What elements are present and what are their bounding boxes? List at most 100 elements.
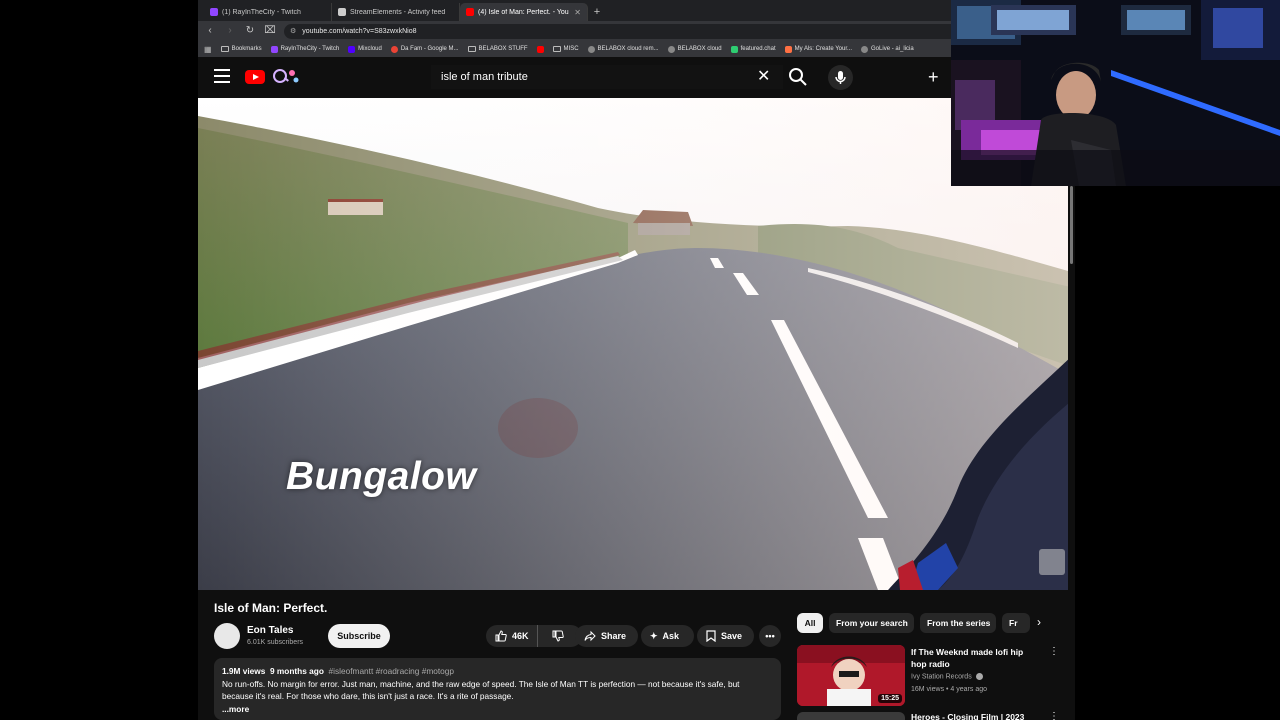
microphone-icon[interactable] <box>828 65 853 90</box>
channel-watermark-icon[interactable] <box>1039 549 1065 575</box>
upload-age: 9 months ago <box>269 666 324 676</box>
chevron-right-icon[interactable]: › <box>1037 615 1041 629</box>
search-icon[interactable] <box>786 65 810 89</box>
verified-check-icon <box>975 673 983 680</box>
more-horizontal-icon: ••• <box>765 631 775 641</box>
video-frame <box>198 98 1075 590</box>
related-video-title[interactable]: If The Weeknd made lofi hip hop radio <box>911 646 1041 670</box>
bookmark-item[interactable]: Da Fam - Google M... <box>390 45 459 53</box>
related-video-channel[interactable]: Ivy Station Records <box>911 673 983 680</box>
webcam-feed-image <box>951 0 1280 186</box>
tab-title: (4) Isle of Man: Perfect. - You <box>478 8 569 16</box>
reload-icon[interactable]: ↻ <box>244 25 256 37</box>
more-vertical-icon[interactable]: ⋮ <box>1049 646 1059 657</box>
folder-icon <box>220 46 229 52</box>
video-overlay-text: Bungalow <box>286 455 477 498</box>
description-box[interactable]: 1.9M views 9 months ago #isleofmantt #ro… <box>214 658 781 720</box>
youtube-logo-icon[interactable] <box>245 70 265 84</box>
thumbs-up-icon <box>495 630 507 642</box>
ask-button[interactable]: ✦ Ask <box>641 625 694 647</box>
show-more-link[interactable]: ...more <box>222 703 773 716</box>
hamburger-menu-icon[interactable] <box>214 69 230 83</box>
bookmark-item[interactable]: Mixcloud <box>348 45 382 53</box>
back-icon[interactable]: ‹ <box>204 25 216 37</box>
video-player[interactable]: Bungalow <box>198 98 1075 590</box>
globe-icon <box>861 45 869 53</box>
view-count: 1.9M views <box>222 666 266 676</box>
bookmark-item[interactable]: BELABOX cloud rem... <box>587 45 659 53</box>
dislike-button[interactable] <box>543 625 573 647</box>
subscriber-count: 6.01K subscribers <box>247 639 304 646</box>
browser-toolbar: ‹ › ↻ ⌧ ⚙ youtube.com/watch?v=S83zwxkNio… <box>198 21 1075 41</box>
related-video-thumbnail[interactable] <box>797 712 905 720</box>
chip-all[interactable]: All <box>797 613 823 633</box>
site-info-icon[interactable]: ⚙ <box>290 27 296 35</box>
related-video-title[interactable]: Heroes - Closing Film | 2023 <box>911 712 1024 720</box>
tab-streamelements[interactable]: StreamElements - Activity feed <box>332 3 460 21</box>
youtube-icon <box>536 45 544 53</box>
video-duration: 15:25 <box>878 694 902 703</box>
related-video-thumbnail[interactable]: 15:25 <box>797 645 905 706</box>
forward-icon[interactable]: › <box>224 25 236 37</box>
hashtags[interactable]: #isleofmantt #roadracing #motogp <box>329 666 454 676</box>
like-count: 46K <box>512 631 529 641</box>
like-dislike-group: 46K <box>486 625 582 647</box>
bookmark-item[interactable]: GoLive - ai_licia <box>861 45 914 53</box>
like-button[interactable]: 46K <box>486 625 538 647</box>
video-title: Isle of Man: Perfect. <box>214 601 328 615</box>
share-label: Share <box>601 631 627 641</box>
chip-partial[interactable]: Fr <box>1002 613 1030 633</box>
address-bar[interactable]: ⚙ youtube.com/watch?v=S83zwxkNio8 <box>284 23 987 39</box>
close-tab-icon[interactable]: ✕ <box>574 8 581 17</box>
channel-avatar[interactable] <box>214 623 240 649</box>
twitch-favicon-icon <box>210 8 218 16</box>
bookmark-item[interactable]: featured.chat <box>730 45 776 53</box>
tab-twitch[interactable]: (1) RayInTheCity - Twitch <box>204 3 332 21</box>
bookmark-item[interactable] <box>536 45 544 53</box>
page-scrollbar[interactable] <box>1068 98 1075 720</box>
url-text: youtube.com/watch?v=S83zwxkNio8 <box>302 27 417 35</box>
chat-icon <box>730 45 738 53</box>
bookmark-icon <box>706 630 716 642</box>
save-button[interactable]: Save <box>697 625 754 647</box>
map-pin-icon <box>390 45 398 53</box>
chip-from-your-search[interactable]: From your search <box>829 613 914 633</box>
bookmark-item[interactable]: BELABOX cloud <box>667 45 722 53</box>
more-vertical-icon[interactable]: ⋮ <box>1049 711 1059 720</box>
bookmark-item[interactable]: RayInTheCity - Twitch <box>270 45 339 53</box>
channel-name[interactable]: Eon Tales <box>247 625 294 636</box>
twitch-icon <box>270 45 278 53</box>
streamelements-favicon-icon <box>338 8 346 16</box>
tab-title: (1) RayInTheCity - Twitch <box>222 8 301 16</box>
bookmark-star-icon[interactable]: ⌧ <box>264 25 276 37</box>
scrollbar-thumb[interactable] <box>1070 186 1073 264</box>
share-button[interactable]: Share <box>575 625 638 647</box>
save-label: Save <box>721 631 743 641</box>
bookmarks-bar: ▦ Bookmarks RayInTheCity - Twitch Mixclo… <box>198 41 1075 57</box>
folder-icon <box>552 46 561 52</box>
related-views: 16M views <box>911 686 945 693</box>
search-input[interactable]: isle of man tribute <box>431 65 783 89</box>
clear-search-icon[interactable]: ✕ <box>757 67 770 87</box>
subscribe-button[interactable]: Subscribe <box>328 624 390 648</box>
description-text: No run-offs. No margin for error. Just m… <box>222 678 740 702</box>
youtube-doodle-icon[interactable] <box>268 67 302 85</box>
ai-icon <box>784 45 792 53</box>
globe-icon <box>587 45 595 53</box>
globe-icon <box>667 45 675 53</box>
tab-strip: (1) RayInTheCity - Twitch StreamElements… <box>198 0 1075 21</box>
folder-icon <box>467 46 476 52</box>
create-plus-icon[interactable]: + <box>928 68 939 86</box>
apps-grid-icon[interactable]: ▦ <box>204 45 212 54</box>
share-arrow-icon <box>584 630 596 642</box>
tab-youtube-active[interactable]: (4) Isle of Man: Perfect. - You ✕ <box>460 3 588 21</box>
new-tab-button[interactable]: + <box>588 3 606 21</box>
youtube-favicon-icon <box>466 8 474 16</box>
youtube-masthead: isle of man tribute ✕ + <box>198 57 1075 98</box>
bookmark-item[interactable]: Bookmarks <box>220 46 262 52</box>
bookmark-item[interactable]: MISC <box>552 46 579 52</box>
more-actions-button[interactable]: ••• <box>759 625 781 647</box>
bookmark-item[interactable]: BELABOX STUFF <box>467 46 528 52</box>
bookmark-item[interactable]: My Als: Create Your... <box>784 45 852 53</box>
chip-from-the-series[interactable]: From the series <box>920 613 996 633</box>
